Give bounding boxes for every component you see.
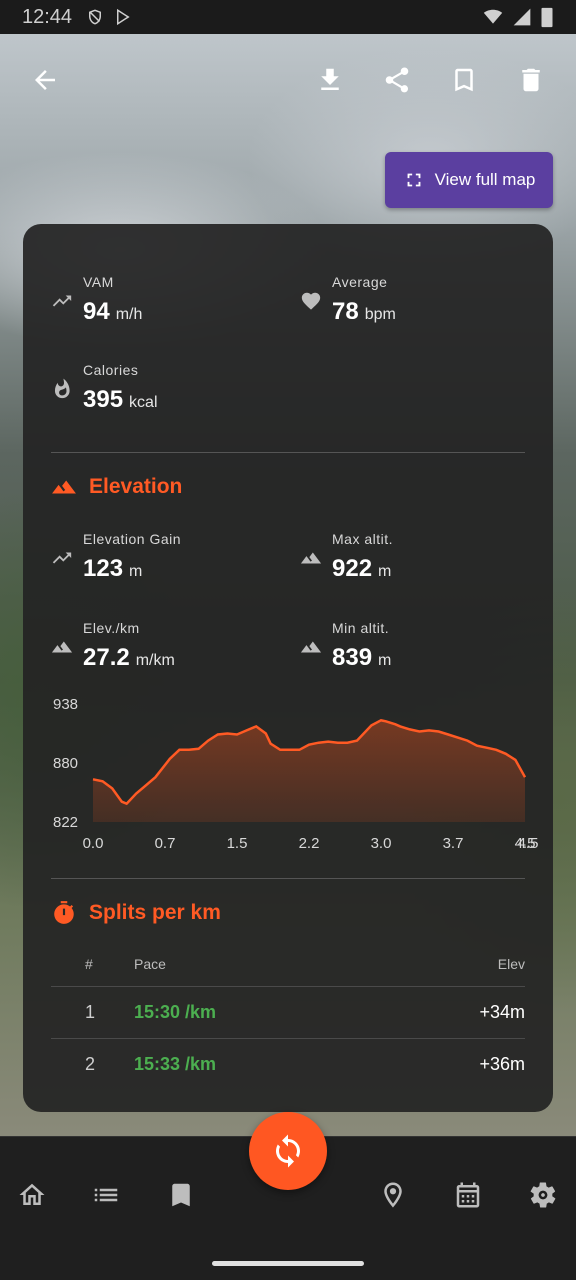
split-pace: 15:30 /km — [134, 1002, 217, 1022]
split-elev: +36m — [479, 1054, 525, 1074]
stat-label: Calories — [83, 362, 139, 378]
stat-unit: m — [378, 652, 392, 669]
battery-status-icon — [541, 7, 553, 28]
trending-up-icon — [51, 547, 73, 569]
heart-icon — [300, 290, 322, 312]
splits-header-elev: Elev — [497, 956, 525, 972]
mountain-icon — [52, 480, 76, 494]
x-tick-label: 1.5 — [227, 835, 248, 852]
trash-icon — [522, 68, 540, 92]
activity-details-card: VAM 94 m/h Average 78 bpm Calories 395 kcal… — [23, 224, 553, 1112]
x-tick-label: 0.7 — [155, 835, 176, 852]
stat-label: VAM — [83, 274, 114, 290]
stat-unit: m/h — [115, 306, 143, 323]
splits-header-pace: Pace — [134, 956, 166, 972]
trending-up-icon — [51, 290, 73, 312]
mountain-icon — [300, 547, 322, 569]
stat-value: 78 — [332, 298, 359, 325]
signal-status-icon — [513, 8, 531, 26]
divider — [51, 878, 525, 879]
nav-settings[interactable] — [521, 1173, 565, 1217]
timer-icon — [54, 901, 74, 924]
status-bar: 12:44 — [0, 0, 576, 34]
x-tick-label: 3.0 — [371, 835, 392, 852]
elevation-section-title: Elevation — [51, 474, 182, 500]
stat-value: 123 — [83, 555, 124, 582]
splits-row: 2 15:33 /km +36m — [51, 1038, 525, 1088]
bookmark-outline-icon — [455, 68, 473, 92]
splits-header-row: # Pace Elev — [51, 956, 525, 976]
download-icon — [321, 68, 339, 90]
stat-unit: m — [129, 563, 143, 580]
splits-title-text: Splits per km — [89, 901, 221, 924]
nav-list[interactable] — [84, 1173, 128, 1217]
elevation-area — [93, 720, 525, 822]
stat-value: 395 — [83, 386, 124, 413]
stat-label: Elev./km — [83, 620, 140, 636]
view-full-map-label: View full map — [434, 170, 536, 189]
stat-label: Min altit. — [332, 620, 390, 636]
arrow-back-icon — [35, 70, 55, 90]
splits-section-title: Splits per km — [51, 900, 221, 926]
stat-unit: bpm — [364, 306, 396, 323]
y-tick-label: 822 — [53, 814, 78, 831]
stat-unit: m/km — [135, 652, 175, 669]
home-icon — [19, 1183, 45, 1205]
x-tick-label: 3.7 — [443, 835, 464, 852]
share-icon — [385, 67, 409, 93]
y-tick-label: 938 — [53, 696, 78, 713]
view-full-map-button[interactable]: View full map — [385, 152, 553, 208]
y-tick-label: 880 — [53, 755, 78, 772]
stat-unit: m — [378, 563, 392, 580]
top-action-bar — [0, 56, 576, 104]
elevation-chart: 9388808220.0 0.7 1.5 2.2 3.0 3.7 4.54.5 — [53, 696, 539, 852]
home-indicator — [212, 1261, 364, 1266]
back-button[interactable] — [21, 56, 69, 104]
status-time: 12:44 — [22, 5, 73, 28]
x-tick-label: 2.2 — [299, 835, 320, 852]
list-icon — [94, 1188, 118, 1202]
stat-label: Average — [332, 274, 388, 290]
split-elev: +34m — [479, 1002, 525, 1022]
elevation-title-text: Elevation — [89, 475, 183, 498]
stat-label: Max altit. — [332, 531, 394, 547]
gear-icon — [530, 1182, 556, 1208]
play-store-status-icon — [117, 8, 130, 26]
x-tick-label: 4.5 — [518, 835, 539, 852]
bookmark-icon — [172, 1183, 190, 1207]
download-button[interactable] — [306, 56, 354, 104]
nav-home[interactable] — [10, 1173, 54, 1217]
nav-bookmarks[interactable] — [159, 1173, 203, 1217]
stat-label: Elevation Gain — [83, 531, 182, 547]
split-num: 1 — [85, 1002, 96, 1022]
calendar-icon — [456, 1182, 480, 1208]
nav-calendar[interactable] — [446, 1173, 490, 1217]
splits-header-num: # — [85, 956, 93, 972]
sync-fab-button[interactable] — [249, 1112, 327, 1190]
split-num: 2 — [85, 1054, 96, 1074]
stat-value: 27.2 — [83, 644, 130, 671]
stat-value: 94 — [83, 298, 110, 325]
mountain-icon — [51, 636, 73, 658]
delete-button[interactable] — [507, 56, 555, 104]
fullscreen-icon — [407, 173, 421, 187]
share-button[interactable] — [373, 56, 421, 104]
splits-row: 1 15:30 /km +34m — [51, 986, 525, 1036]
stat-value: 839 — [332, 644, 373, 671]
shield-status-icon — [89, 9, 102, 25]
nav-location[interactable] — [371, 1173, 415, 1217]
wifi-status-icon — [483, 9, 503, 24]
x-tick-label: 0.0 — [83, 835, 104, 852]
sync-icon — [276, 1134, 300, 1168]
location-pin-icon — [384, 1182, 402, 1208]
bookmark-button[interactable] — [440, 56, 488, 104]
stat-value: 922 — [332, 555, 373, 582]
split-pace: 15:33 /km — [134, 1054, 217, 1074]
fire-icon — [51, 378, 73, 400]
mountain-icon — [300, 636, 322, 658]
stat-unit: kcal — [129, 394, 158, 411]
divider — [51, 452, 525, 453]
